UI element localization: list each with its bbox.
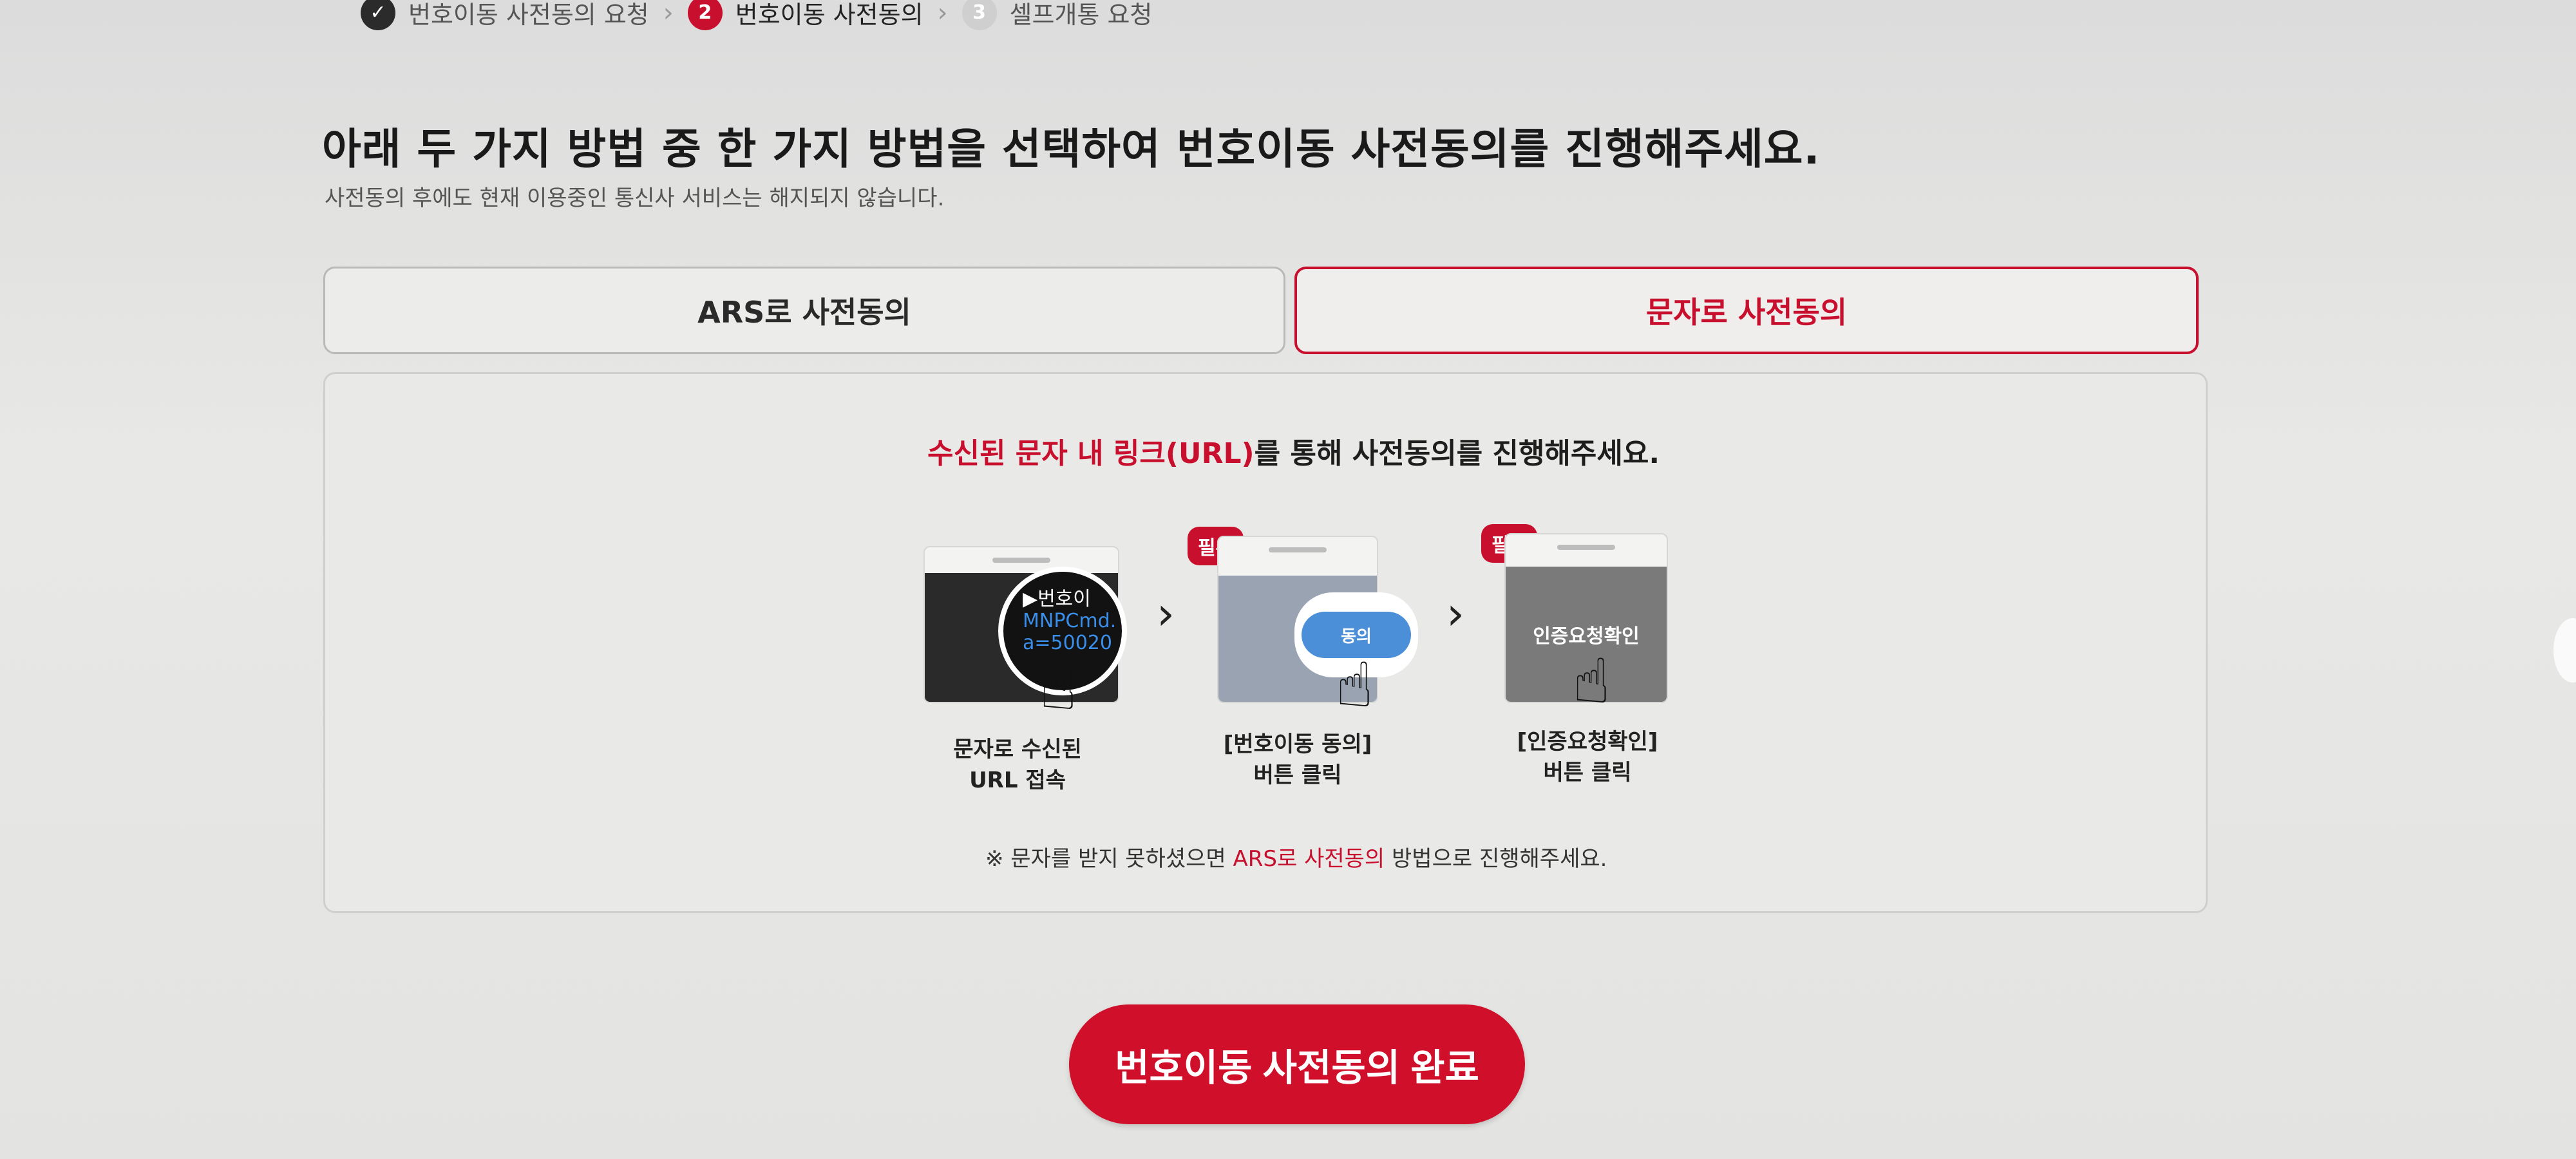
step-1-label: 번호이동 사전동의 요청 — [408, 1, 649, 29]
complete-consent-button[interactable]: 번호이동 사전동의 완료 — [1069, 1004, 1525, 1124]
tab-sms-consent[interactable]: 문자로 사전동의 — [1294, 267, 2199, 354]
step-2-label: 번호이동 사전동의 — [735, 1, 923, 29]
tab-ars-consent[interactable]: ARS로 사전동의 — [323, 267, 1285, 354]
chevron-right-icon: › — [1446, 587, 1464, 640]
instruction-rest: 를 통해 사전동의를 진행해주세요. — [1254, 437, 1660, 470]
step-1: ✓ 번호이동 사전동의 요청 — [361, 0, 649, 30]
hand-pointer-icon: ☝ — [1039, 652, 1077, 724]
step-3-label: 셀프개통 요청 — [1009, 1, 1153, 29]
page-subtitle: 사전동의 후에도 현재 이용중인 통신사 서비스는 해지되지 않습니다. — [325, 185, 945, 211]
verify-button-illustration: 인증요청확인 — [1533, 625, 1640, 648]
hand-pointer-icon: ☝ — [1573, 645, 1611, 717]
check-icon: ✓ — [361, 0, 395, 30]
notice-text: ※ 문자를 받지 못하셨으면 ARS로 사전동의 방법으로 진행해주세요. — [985, 846, 1607, 872]
step-2: 2 번호이동 사전동의 — [687, 0, 923, 30]
step-3-number: 3 — [961, 0, 997, 30]
instruction-text: 수신된 문자 내 링크(URL)를 통해 사전동의를 진행해주세요. — [927, 430, 1660, 471]
step-1-caption: 문자로 수신된 URL 접속 — [953, 737, 1082, 793]
chevron-right-icon: › — [663, 0, 674, 28]
step-2-caption: [번호이동 동의] 버튼 클릭 — [1223, 731, 1372, 788]
hand-pointer-icon: ☝ — [1336, 649, 1374, 721]
chevron-right-icon: › — [1157, 587, 1175, 640]
progress-stepper: ✓ 번호이동 사전동의 요청 › 2 번호이동 사전동의 › 3 셀프개통 요청 — [361, 0, 1152, 30]
step-2-number: 2 — [687, 0, 723, 30]
page-title: 아래 두 가지 방법 중 한 가지 방법을 선택하여 번호이동 사전동의를 진행… — [322, 124, 1821, 174]
step-3: 3 셀프개통 요청 — [961, 0, 1153, 30]
notice-ars-link: ARS로 사전동의 — [1233, 846, 1385, 872]
step-3-caption: [인증요청확인] 버튼 클릭 — [1517, 729, 1658, 786]
chevron-right-icon: › — [937, 0, 948, 28]
instruction-highlight: 수신된 문자 내 링크(URL) — [927, 437, 1255, 470]
floating-widget[interactable] — [2553, 618, 2576, 683]
